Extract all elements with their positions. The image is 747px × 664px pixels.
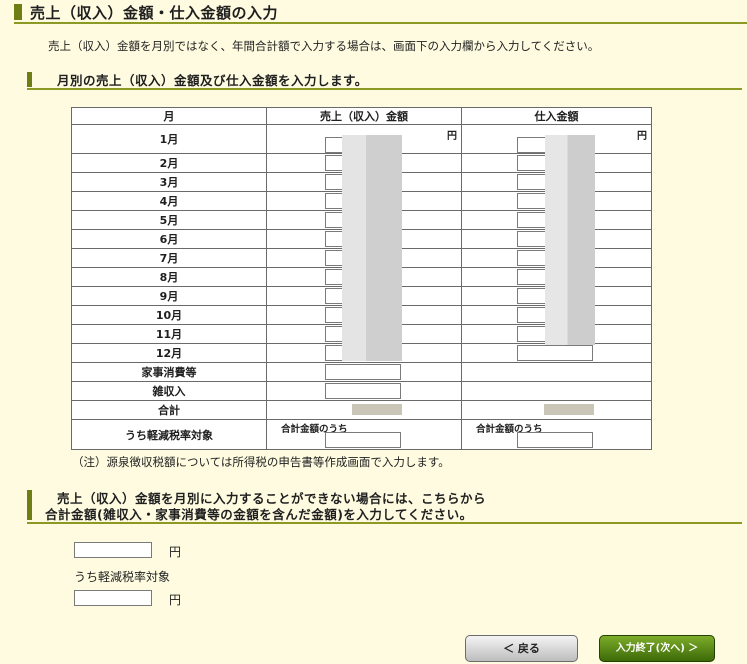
- month-label: 11月: [71, 324, 267, 344]
- month-label: 3月: [71, 172, 267, 192]
- annual-reduced-yen-unit: 円: [169, 593, 182, 607]
- annual-reduced-input[interactable]: [74, 590, 152, 606]
- monthly-section-header: 月別の売上（収入）金額及び仕入金額を入力します。: [27, 70, 742, 90]
- reduced-rate-label: うち軽減税率対象: [71, 419, 267, 450]
- month-label: 8月: [71, 267, 267, 287]
- month-label: 9月: [71, 286, 267, 306]
- monthly-section-title: 月別の売上（収入）金額及び仕入金額を入力します。: [57, 73, 368, 88]
- next-button[interactable]: 入力終了(次へ) ＞: [599, 635, 715, 662]
- household-label: 家事消費等: [71, 362, 267, 382]
- purchase-total-cell: [461, 400, 652, 420]
- sales-total-value: [352, 404, 402, 415]
- sales-total-cell: [266, 400, 462, 420]
- misc-income-label: 雑収入: [71, 381, 267, 401]
- section-marker: [27, 490, 32, 520]
- back-button[interactable]: ＜ 戻る: [465, 635, 578, 662]
- annual-reduced-label: うち軽減税率対象: [74, 570, 171, 584]
- header-month: 月: [71, 107, 267, 125]
- empty-cell: [461, 362, 652, 382]
- empty-cell: [461, 381, 652, 401]
- page-title-bar: 売上（収入）金額・仕入金額の入力: [14, 2, 747, 24]
- purchase-input-month[interactable]: [517, 345, 593, 361]
- annual-total-input[interactable]: [74, 542, 152, 558]
- page-title: 売上（収入）金額・仕入金額の入力: [30, 4, 279, 22]
- note-text: （注）源泉徴収税額については所得税の申告書等作成画面で入力します。: [72, 455, 450, 469]
- yen-unit: 円: [637, 131, 647, 142]
- intro-text: 売上（収入）金額を月別ではなく、年間合計額で入力する場合は、画面下の入力欄から入…: [48, 39, 600, 53]
- redacted-sales-values: [342, 135, 402, 361]
- month-label: 2月: [71, 153, 267, 173]
- month-label: 7月: [71, 248, 267, 268]
- month-label: 5月: [71, 210, 267, 230]
- annual-section-title-line2: 合計金額(雑収入・家事消費等の金額を含んだ金額)を入力してください。: [45, 507, 473, 522]
- month-label: 4月: [71, 191, 267, 211]
- yen-unit: 円: [447, 131, 457, 142]
- annual-section-header: 売上（収入）金額を月別に入力することができない場合には、こちらから 合計金額(雑…: [27, 488, 742, 524]
- sales-reduced-input[interactable]: [325, 432, 401, 448]
- redacted-purchase-values: [545, 135, 595, 345]
- household-input[interactable]: [325, 364, 401, 380]
- purchase-reduced-input[interactable]: [517, 432, 593, 448]
- title-marker: [14, 4, 22, 20]
- month-label: 6月: [71, 229, 267, 249]
- section-marker: [27, 72, 32, 87]
- month-label: 12月: [71, 343, 267, 363]
- header-purchase: 仕入金額: [461, 107, 652, 125]
- misc-income-input[interactable]: [325, 383, 401, 399]
- purchase-total-value: [544, 404, 594, 415]
- total-label: 合計: [71, 400, 267, 420]
- month-label: 10月: [71, 305, 267, 325]
- month-label: 1月: [71, 124, 267, 154]
- annual-yen-unit: 円: [169, 545, 182, 559]
- header-sales: 売上（収入）金額: [266, 107, 462, 125]
